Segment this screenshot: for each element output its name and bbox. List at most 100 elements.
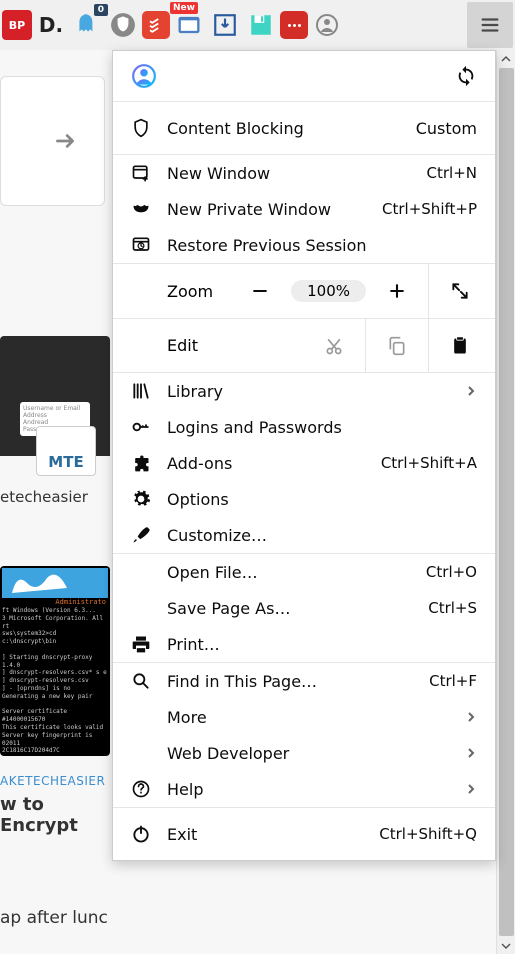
zoom-out-button[interactable] bbox=[243, 274, 277, 308]
new-window-icon bbox=[131, 163, 151, 183]
save-as-label: Save Page As… bbox=[167, 599, 412, 618]
search-icon bbox=[131, 671, 151, 691]
library-icon bbox=[131, 381, 151, 401]
new-private-label: New Private Window bbox=[167, 200, 366, 219]
chevron-right-icon bbox=[465, 783, 477, 795]
zoom-row: Zoom 100% bbox=[113, 264, 495, 318]
open-file-item[interactable]: Open File… Ctrl+O bbox=[113, 554, 495, 590]
power-icon bbox=[131, 824, 151, 844]
save-as-shortcut: Ctrl+S bbox=[428, 599, 477, 617]
account-icon[interactable] bbox=[310, 8, 344, 42]
new-window-item[interactable]: New Window Ctrl+N bbox=[113, 155, 495, 191]
find-label: Find in This Page… bbox=[167, 672, 413, 691]
exit-item[interactable]: Exit Ctrl+Shift+Q bbox=[113, 808, 495, 860]
ext-new-icon[interactable]: New bbox=[172, 8, 206, 42]
extension-toolbar: BP D. 0 New bbox=[0, 0, 515, 50]
menu-header bbox=[113, 51, 495, 101]
zoom-value[interactable]: 100% bbox=[291, 280, 366, 302]
options-item[interactable]: Options bbox=[113, 481, 495, 517]
ext-adblock-icon[interactable]: BP bbox=[2, 10, 32, 40]
help-label: Help bbox=[167, 780, 449, 799]
restore-icon bbox=[131, 235, 151, 255]
customize-item[interactable]: Customize… bbox=[113, 517, 495, 553]
chevron-right-icon bbox=[465, 711, 477, 723]
find-item[interactable]: Find in This Page… Ctrl+F bbox=[113, 663, 495, 699]
find-shortcut: Ctrl+F bbox=[429, 672, 477, 690]
new-badge: New bbox=[170, 2, 198, 14]
edit-label: Edit bbox=[167, 336, 237, 355]
restore-session-item[interactable]: Restore Previous Session bbox=[113, 227, 495, 263]
more-label: More bbox=[167, 708, 449, 727]
new-window-shortcut: Ctrl+N bbox=[427, 164, 477, 182]
restore-label: Restore Previous Session bbox=[167, 236, 477, 255]
nav-forward-card[interactable] bbox=[0, 76, 105, 206]
library-item[interactable]: Library bbox=[113, 373, 495, 409]
help-icon bbox=[131, 779, 151, 799]
library-label: Library bbox=[167, 382, 449, 401]
print-label: Print… bbox=[167, 635, 477, 654]
addons-item[interactable]: Add-ons Ctrl+Shift+A bbox=[113, 445, 495, 481]
webdev-label: Web Developer bbox=[167, 744, 449, 763]
article-kicker: AKETECHEASIER bbox=[0, 774, 110, 788]
bottom-cut-text: ap after lunc bbox=[0, 908, 108, 928]
ext-lastpass-icon[interactable] bbox=[280, 11, 308, 39]
sync-icon[interactable] bbox=[455, 65, 477, 87]
mask-icon bbox=[131, 199, 151, 219]
article-title: w to Encrypt bbox=[0, 794, 110, 836]
content-blocking-item[interactable]: Content Blocking Custom bbox=[113, 102, 495, 154]
new-private-item[interactable]: New Private Window Ctrl+Shift+P bbox=[113, 191, 495, 227]
logins-label: Logins and Passwords bbox=[167, 418, 477, 437]
content-blocking-label: Content Blocking bbox=[167, 119, 400, 138]
edit-row: Edit bbox=[113, 318, 495, 372]
paste-button[interactable] bbox=[443, 329, 477, 363]
gear-icon bbox=[131, 489, 151, 509]
zoom-in-button[interactable] bbox=[380, 274, 414, 308]
open-file-label: Open File… bbox=[167, 563, 410, 582]
zoom-label: Zoom bbox=[167, 282, 237, 301]
key-icon bbox=[131, 417, 151, 437]
chevron-right-icon bbox=[465, 747, 477, 759]
mte-logo: MTE bbox=[36, 426, 96, 476]
firefox-account-icon[interactable] bbox=[131, 63, 157, 89]
ext-save-icon[interactable] bbox=[244, 8, 278, 42]
scroll-down-arrow[interactable] bbox=[498, 937, 515, 954]
ext-download-icon[interactable] bbox=[208, 8, 242, 42]
puzzle-icon bbox=[131, 453, 151, 473]
open-file-shortcut: Ctrl+O bbox=[426, 563, 477, 581]
ext-d-icon[interactable]: D. bbox=[34, 8, 68, 42]
article-card-2[interactable]: Administrato ft Windows (Version 6.3... … bbox=[0, 566, 110, 756]
app-menu-panel: Content Blocking Custom New Window Ctrl+… bbox=[112, 50, 496, 861]
new-private-shortcut: Ctrl+Shift+P bbox=[382, 200, 477, 218]
save-as-item[interactable]: Save Page As… Ctrl+S bbox=[113, 590, 495, 626]
scroll-thumb[interactable] bbox=[499, 68, 514, 936]
new-window-label: New Window bbox=[167, 164, 411, 183]
exit-shortcut: Ctrl+Shift+Q bbox=[379, 825, 477, 843]
shield-icon bbox=[131, 118, 151, 138]
print-item[interactable]: Print… bbox=[113, 626, 495, 662]
scroll-up-arrow[interactable] bbox=[498, 50, 515, 67]
addons-shortcut: Ctrl+Shift+A bbox=[381, 454, 477, 472]
paintbrush-icon bbox=[131, 525, 151, 545]
web-developer-item[interactable]: Web Developer bbox=[113, 735, 495, 771]
help-item[interactable]: Help bbox=[113, 771, 495, 807]
fullscreen-button[interactable] bbox=[443, 274, 477, 308]
ext-ghostery-icon[interactable]: 0 bbox=[70, 8, 104, 42]
copy-button[interactable] bbox=[380, 329, 414, 363]
page-content-background: Username or Email AddressAndreadPassword… bbox=[0, 50, 110, 954]
content-blocking-value: Custom bbox=[416, 119, 477, 138]
text-etecheasier: etecheasier bbox=[0, 488, 110, 506]
vertical-scrollbar[interactable] bbox=[496, 50, 515, 954]
addons-label: Add-ons bbox=[167, 454, 365, 473]
options-label: Options bbox=[167, 490, 477, 509]
chevron-right-icon bbox=[465, 385, 477, 397]
ext-todoist-icon[interactable] bbox=[142, 11, 170, 39]
article-card-1[interactable]: Username or Email AddressAndreadPassword… bbox=[0, 336, 110, 456]
arrow-right-icon bbox=[52, 128, 78, 154]
cut-button[interactable] bbox=[317, 329, 351, 363]
customize-label: Customize… bbox=[167, 526, 477, 545]
hamburger-menu-button[interactable] bbox=[467, 2, 513, 48]
ext-shield-icon[interactable] bbox=[106, 8, 140, 42]
logins-item[interactable]: Logins and Passwords bbox=[113, 409, 495, 445]
more-item[interactable]: More bbox=[113, 699, 495, 735]
printer-icon bbox=[131, 634, 151, 654]
